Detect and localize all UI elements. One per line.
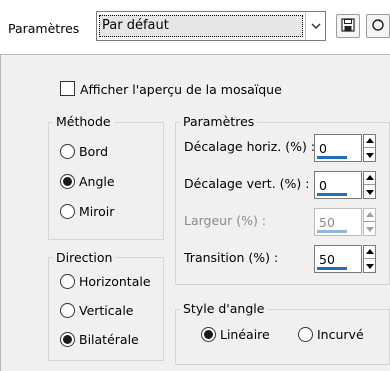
direction-option-verticale[interactable]: Verticale [60, 303, 133, 318]
radio-label: Bord [79, 144, 109, 159]
arrow-up-icon[interactable] [366, 249, 374, 254]
radio-button[interactable] [60, 204, 75, 219]
method-option-bord[interactable]: Bord [60, 144, 108, 159]
radio-label: Verticale [79, 303, 134, 318]
radio-label: Linéaire [220, 327, 270, 342]
params-title: Paramètres [180, 114, 258, 129]
transition-input[interactable]: 50 [314, 245, 362, 273]
spinner-value: 0 [319, 178, 327, 193]
method-option-miroir[interactable]: Miroir [60, 204, 114, 219]
slider-bar[interactable] [317, 193, 347, 196]
radio-button[interactable] [298, 327, 313, 342]
arrow-down-icon[interactable] [366, 153, 374, 158]
offset-vert-label: Décalage vert. (%) : [184, 176, 310, 191]
offset-horiz-label: Décalage horiz. (%) : [184, 139, 316, 154]
radio-button[interactable] [60, 174, 75, 189]
slider-bar[interactable] [317, 267, 347, 270]
corner-style-title: Style d'angle [180, 301, 268, 316]
spinner-value: 0 [319, 141, 327, 156]
slider-bar [317, 230, 347, 233]
method-option-angle[interactable]: Angle [60, 174, 115, 189]
width-input: 50 [314, 208, 362, 236]
spinner-buttons[interactable] [363, 245, 376, 273]
preset-dropdown[interactable]: Par défaut [96, 11, 326, 41]
offset-horiz-spinner[interactable]: 0 [314, 134, 376, 162]
radio-button[interactable] [60, 144, 75, 159]
arrow-up-icon [366, 212, 374, 217]
radio-label: Bilatérale [79, 332, 139, 347]
preview-checkbox[interactable] [60, 81, 75, 96]
preview-label: Afficher l'aperçu de la mosaïque [80, 82, 282, 97]
transition-spinner[interactable]: 50 [314, 245, 376, 273]
save-preset-button[interactable] [336, 14, 360, 38]
preset-dropdown-value: Par défaut [99, 15, 303, 37]
reset-icon [371, 18, 385, 35]
radio-label: Incurvé [317, 327, 364, 342]
direction-option-horizontale[interactable]: Horizontale [60, 274, 151, 289]
radio-button[interactable] [60, 303, 75, 318]
radio-button[interactable] [60, 274, 75, 289]
direction-title: Direction [53, 250, 116, 265]
preset-bar: Paramètres Par défaut [0, 0, 390, 54]
radio-label: Miroir [79, 204, 115, 219]
transition-label: Transition (%) : [184, 250, 279, 265]
spinner-value: 50 [319, 252, 335, 267]
radio-label: Horizontale [79, 274, 151, 289]
spinner-buttons [363, 208, 376, 236]
radio-label: Angle [79, 174, 115, 189]
method-title: Méthode [53, 114, 114, 129]
radio-button[interactable] [60, 332, 75, 347]
arrow-down-icon[interactable] [366, 190, 374, 195]
arrow-up-icon[interactable] [366, 138, 374, 143]
spinner-value: 50 [319, 215, 335, 230]
arrow-down-icon [366, 227, 374, 232]
direction-option-bilaterale[interactable]: Bilatérale [60, 332, 139, 347]
save-icon [341, 17, 355, 35]
width-label: Largeur (%) : [184, 213, 267, 228]
preset-label: Paramètres [8, 21, 80, 36]
arrow-down-icon[interactable] [366, 264, 374, 269]
offset-vert-input[interactable]: 0 [314, 171, 362, 199]
radio-button[interactable] [201, 327, 216, 342]
corner-style-option-lineaire[interactable]: Linéaire [201, 327, 270, 342]
spinner-buttons[interactable] [363, 171, 376, 199]
spinner-buttons[interactable] [363, 134, 376, 162]
offset-horiz-input[interactable]: 0 [314, 134, 362, 162]
arrow-up-icon[interactable] [366, 175, 374, 180]
slider-bar[interactable] [317, 156, 347, 159]
corner-style-option-incurve[interactable]: Incurvé [298, 327, 364, 342]
width-spinner: 50 [314, 208, 376, 236]
offset-vert-spinner[interactable]: 0 [314, 171, 376, 199]
reset-preset-button[interactable] [366, 14, 390, 38]
chevron-down-icon[interactable] [305, 12, 325, 40]
